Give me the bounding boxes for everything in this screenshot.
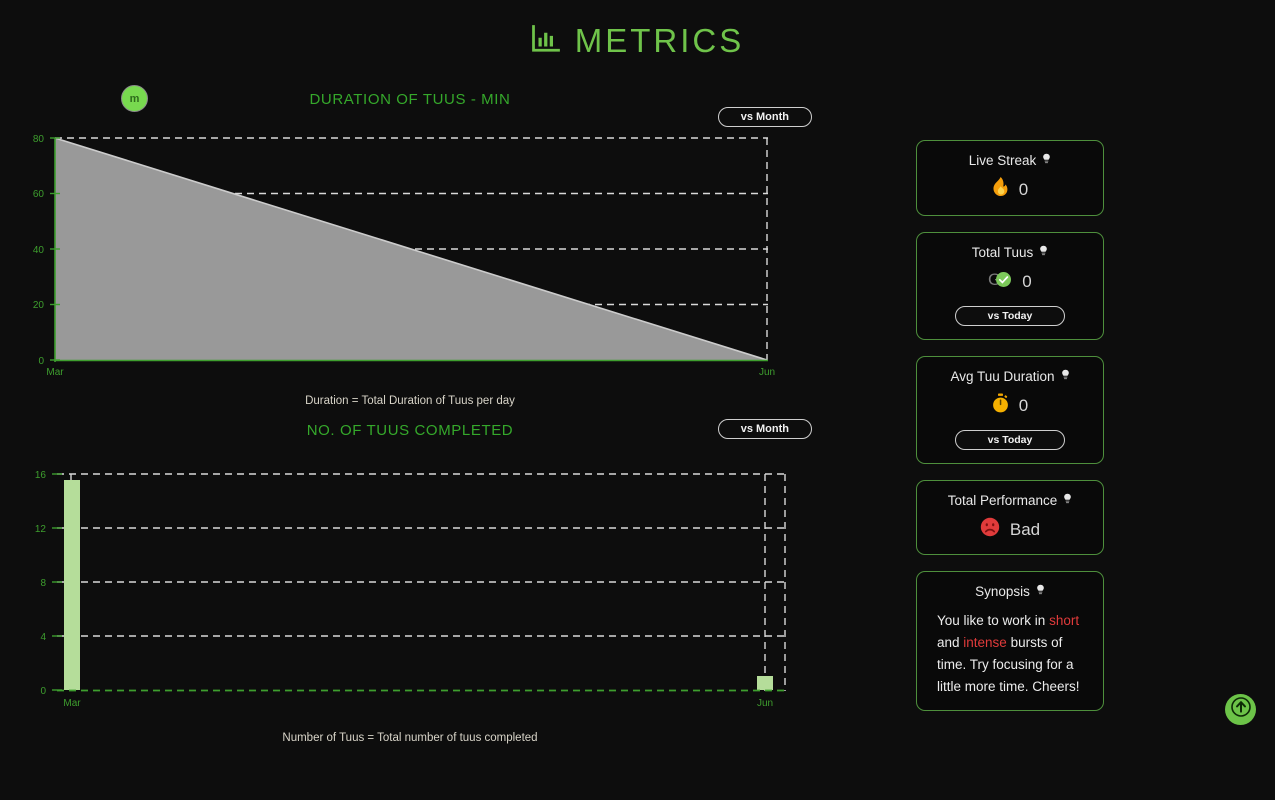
total-tuus-range-button[interactable]: vs Today	[955, 306, 1065, 326]
duration-area-chart: 80 60 40 20 0 Mar Jun Duration = Total D…	[0, 122, 880, 407]
card-title: Avg Tuu Duration	[927, 369, 1093, 384]
flame-icon	[992, 177, 1009, 203]
card-title: Total Tuus	[927, 245, 1093, 260]
card-title: Synopsis	[927, 584, 1093, 599]
svg-text:60: 60	[33, 189, 45, 200]
synopsis-text: You like to work in short and intense bu…	[927, 610, 1093, 698]
page-header: METRICS	[0, 0, 1275, 82]
svg-text:40: 40	[33, 245, 45, 256]
bar-mar	[64, 480, 80, 690]
y-tick-labels: 80 60 40 20 0	[33, 134, 45, 367]
stopwatch-icon	[992, 393, 1009, 419]
frowning-face-icon	[980, 517, 1000, 542]
card-live-streak: Live Streak 0	[916, 140, 1104, 216]
count-chart-caption: Number of Tuus = Total number of tuus co…	[282, 732, 538, 744]
synopsis-highlight: short	[1049, 613, 1080, 628]
total-performance-label: Total Performance	[947, 493, 1058, 508]
svg-text:0: 0	[38, 356, 44, 367]
svg-text:4: 4	[40, 632, 46, 643]
scroll-to-top-button[interactable]	[1225, 694, 1256, 725]
card-title: Live Streak	[927, 153, 1093, 168]
svg-text:Mar: Mar	[63, 698, 81, 709]
duration-chart-caption: Duration = Total Duration of Tuus per da…	[305, 395, 515, 407]
total-tuus-label: Total Tuus	[971, 245, 1034, 260]
live-streak-label: Live Streak	[968, 153, 1037, 168]
metrics-dashboard: METRICS m DURATION OF TUUS - MIN vs Mont…	[0, 0, 1275, 800]
bar-chart-icon	[531, 24, 561, 59]
lightbulb-icon[interactable]	[1042, 153, 1051, 168]
card-title: Total Performance	[927, 493, 1093, 508]
card-value-row: 0	[927, 393, 1093, 419]
x-tick-labels: Mar Jun	[63, 698, 773, 709]
x-tick-labels: Mar Jun	[46, 367, 775, 378]
stats-sidebar: Live Streak 0 Total Tuus G 0 vs Today Av…	[916, 140, 1104, 727]
lightbulb-icon[interactable]	[1036, 584, 1045, 599]
avg-tuu-duration-label: Avg Tuu Duration	[950, 369, 1055, 384]
total-performance-value: Bad	[1009, 519, 1041, 539]
svg-text:Jun: Jun	[759, 367, 775, 378]
lightbulb-icon[interactable]	[1061, 369, 1070, 384]
synopsis-highlight: intense	[963, 635, 1007, 650]
svg-text:20: 20	[33, 300, 45, 311]
total-tuus-value: 0	[1022, 272, 1032, 291]
count-chart-svg: 16 12 8 4 0 Mar Jun	[35, 470, 786, 709]
synopsis-label: Synopsis	[975, 584, 1030, 599]
gridlines	[57, 473, 786, 637]
bar-jun	[757, 676, 773, 690]
card-value-row: 0	[927, 177, 1093, 203]
lightbulb-icon[interactable]	[1063, 493, 1072, 508]
synopsis-plain: You like to work in	[937, 613, 1050, 628]
card-total-performance: Total Performance Bad	[916, 480, 1104, 555]
count-range-button[interactable]: vs Month	[717, 419, 812, 439]
card-value-row: Bad	[927, 517, 1093, 542]
live-streak-value: 0	[1018, 180, 1029, 199]
svg-text:8: 8	[40, 578, 46, 589]
count-chart-header: NO. OF TUUS COMPLETED vs Month	[0, 419, 880, 459]
charts-column: m DURATION OF TUUS - MIN vs Month 80 60 …	[0, 82, 880, 782]
card-avg-tuu-duration: Avg Tuu Duration 0 vs Today	[916, 356, 1104, 464]
arrow-up-circle-icon	[1230, 697, 1251, 722]
count-bar-chart: 16 12 8 4 0 Mar Jun Number of Tuus = Tot…	[0, 459, 880, 744]
page-title: METRICS	[574, 22, 745, 59]
svg-text:80: 80	[33, 134, 45, 145]
duration-chart-title: DURATION OF TUUS - MIN	[309, 91, 511, 108]
check-circle-icon: G	[988, 269, 1012, 295]
card-value-row: G 0	[927, 269, 1093, 295]
card-total-tuus: Total Tuus G 0 vs Today	[916, 232, 1104, 340]
duration-chart-header: m DURATION OF TUUS - MIN vs Month	[0, 82, 880, 127]
card-synopsis: Synopsis You like to work in short and i…	[916, 571, 1104, 711]
svg-text:Jun: Jun	[757, 698, 773, 709]
lightbulb-icon[interactable]	[1039, 245, 1048, 260]
svg-text:Mar: Mar	[46, 367, 64, 378]
y-tick-marks	[52, 473, 62, 691]
avg-tuu-duration-range-button[interactable]: vs Today	[955, 430, 1065, 450]
svg-text:12: 12	[35, 524, 47, 535]
y-tick-labels: 16 12 8 4 0	[35, 470, 47, 697]
synopsis-plain: and	[937, 635, 964, 650]
duration-chart-svg: 80 60 40 20 0 Mar Jun	[33, 134, 775, 378]
svg-text:16: 16	[35, 470, 47, 481]
svg-text:0: 0	[40, 686, 46, 697]
avg-tuu-duration-value: 0	[1018, 396, 1029, 415]
